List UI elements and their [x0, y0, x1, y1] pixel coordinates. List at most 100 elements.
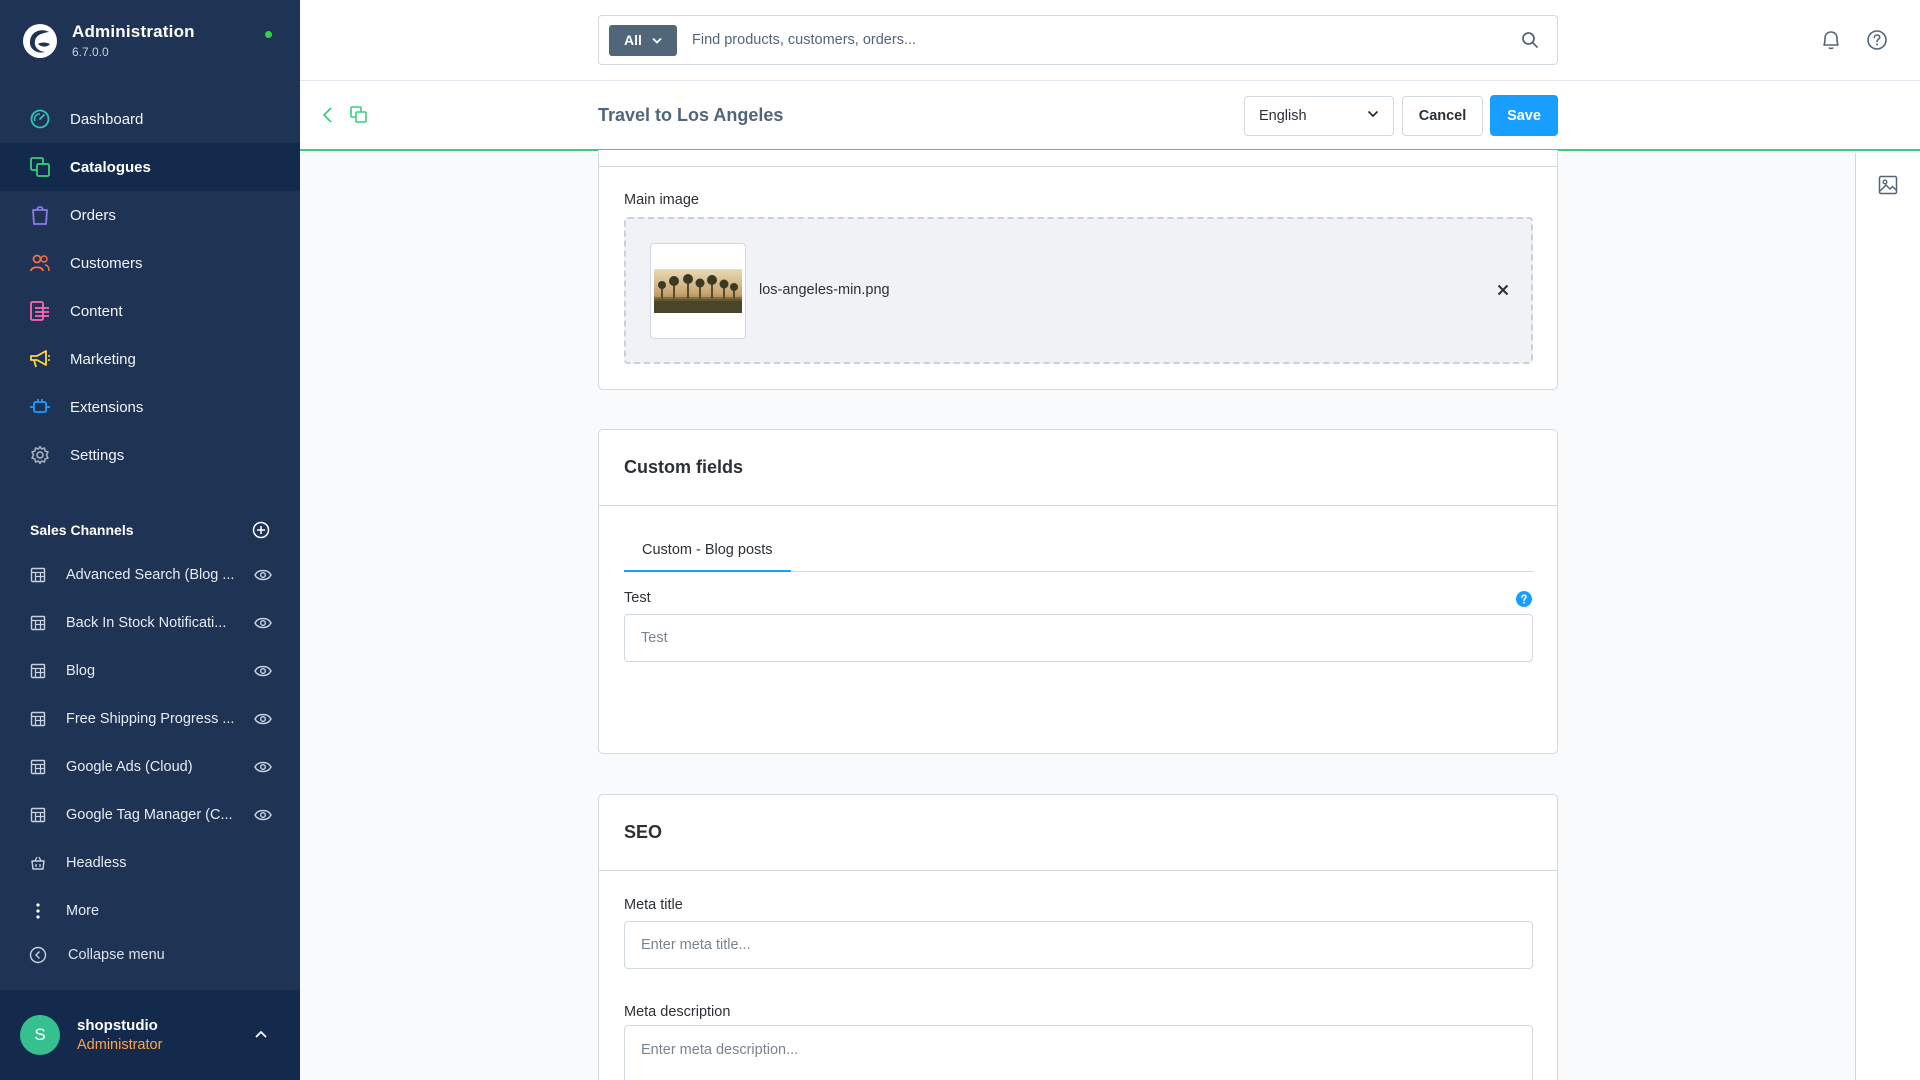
custom-field-tabs: Custom - Blog posts	[624, 530, 1533, 572]
sales-channel-label: Back In Stock Notificati...	[66, 615, 227, 631]
nav-item-catalogues[interactable]: Catalogues	[0, 143, 300, 191]
eye-icon[interactable]	[254, 616, 274, 630]
search-type-label: All	[624, 32, 642, 48]
customers-icon	[29, 252, 51, 274]
nav-item-label: Dashboard	[70, 110, 144, 128]
app-title: Administration	[72, 22, 195, 41]
top-bar: All	[300, 0, 1920, 81]
sales-channel-label: Google Ads (Cloud)	[66, 759, 193, 775]
close-icon[interactable]	[1497, 284, 1509, 296]
search-icon[interactable]	[1521, 31, 1539, 49]
nav-item-content[interactable]: Content	[0, 287, 300, 335]
shopware-logo-icon	[23, 23, 57, 58]
collapse-icon	[29, 946, 47, 964]
seo-card: SEO Meta title Meta description	[598, 794, 1558, 1080]
user-name: shopstudio	[77, 1017, 158, 1034]
page-title: Travel to Los Angeles	[598, 105, 784, 125]
nav-item-settings[interactable]: Settings	[0, 431, 300, 479]
headless-icon	[29, 854, 47, 872]
eye-icon[interactable]	[254, 760, 274, 774]
sales-channel-more[interactable]: More	[0, 887, 300, 935]
help-icon[interactable]	[1866, 29, 1888, 51]
storefront-icon	[29, 710, 47, 728]
sales-channel-item[interactable]: Free Shipping Progress ...	[0, 695, 300, 743]
storefront-icon	[29, 758, 47, 776]
test-field-input[interactable]	[624, 614, 1533, 662]
divider	[599, 166, 1557, 167]
sales-channels-header: Sales Channels	[30, 521, 270, 539]
sales-channel-item[interactable]: Google Tag Manager (C...	[0, 791, 300, 839]
orders-icon	[29, 204, 51, 226]
right-sidebar	[1855, 153, 1920, 1080]
sales-channel-label: Free Shipping Progress ...	[66, 711, 235, 727]
card-title: Custom fields	[599, 430, 1557, 506]
admin-sidebar: Administration 6.7.0.0 Dashboard Catalog…	[0, 0, 300, 1080]
duplicate-icon[interactable]	[349, 105, 369, 125]
cancel-button[interactable]: Cancel	[1402, 96, 1483, 136]
content-icon	[29, 300, 51, 322]
media-card: Main image los-angeles-min.png	[598, 150, 1558, 390]
meta-description-input[interactable]	[624, 1025, 1533, 1080]
custom-fields-card: Custom fields Custom - Blog posts Test	[598, 429, 1558, 754]
marketing-icon	[29, 348, 51, 370]
help-tooltip-icon[interactable]	[1516, 591, 1532, 607]
storefront-icon	[29, 662, 47, 680]
meta-title-label: Meta title	[624, 897, 683, 913]
image-dropzone[interactable]: los-angeles-min.png	[624, 217, 1533, 364]
sales-channel-item-headless[interactable]: Headless	[0, 839, 300, 887]
sales-channel-list: Advanced Search (Blog ... Back In Stock …	[0, 551, 300, 935]
nav-item-dashboard[interactable]: Dashboard	[0, 95, 300, 143]
catalogues-icon	[29, 156, 51, 178]
sales-channel-item[interactable]: Google Ads (Cloud)	[0, 743, 300, 791]
sales-channel-item[interactable]: Blog	[0, 647, 300, 695]
sales-channel-item[interactable]: Advanced Search (Blog ...	[0, 551, 300, 599]
sales-channel-label: More	[66, 903, 100, 919]
nav-item-label: Orders	[70, 206, 116, 224]
collapse-menu-button[interactable]: Collapse menu	[29, 946, 165, 964]
main-image-label: Main image	[624, 192, 699, 208]
storefront-icon	[29, 566, 47, 584]
smart-bar: Travel to Los Angeles English Cancel Sav…	[300, 81, 1920, 151]
user-menu[interactable]: S shopstudio Administrator	[0, 990, 300, 1080]
save-button[interactable]: Save	[1490, 95, 1558, 136]
nav-item-label: Catalogues	[70, 158, 151, 176]
sales-channel-item[interactable]: Back In Stock Notificati...	[0, 599, 300, 647]
sales-channel-label: Google Tag Manager (C...	[66, 807, 233, 823]
user-role: Administrator	[77, 1037, 163, 1053]
chevron-down-icon	[652, 37, 662, 44]
image-thumbnail	[650, 243, 746, 339]
los-angeles-photo-icon	[654, 269, 742, 313]
eye-icon[interactable]	[254, 712, 274, 726]
app-version: 6.7.0.0	[72, 45, 109, 59]
meta-title-input[interactable]	[624, 921, 1533, 969]
tab-custom-blog-posts[interactable]: Custom - Blog posts	[624, 530, 791, 572]
field-label: Test	[624, 590, 651, 606]
card-title: SEO	[599, 795, 1557, 871]
collapse-menu-label: Collapse menu	[68, 947, 165, 963]
brand[interactable]: Administration 6.7.0.0	[22, 22, 195, 59]
sales-channel-label: Blog	[66, 663, 96, 679]
nav-item-marketing[interactable]: Marketing	[0, 335, 300, 383]
chevron-up-icon[interactable]	[254, 1030, 268, 1039]
search-input[interactable]	[692, 32, 1492, 48]
storefront-icon	[29, 806, 47, 824]
back-arrow-icon[interactable]	[321, 105, 335, 125]
notification-bell-icon[interactable]	[1820, 29, 1842, 51]
dashboard-icon	[29, 108, 51, 130]
eye-icon[interactable]	[254, 568, 274, 582]
file-name: los-angeles-min.png	[759, 282, 890, 298]
eye-icon[interactable]	[254, 808, 274, 822]
language-switch[interactable]: English	[1244, 96, 1394, 136]
add-sales-channel-icon[interactable]	[252, 521, 270, 539]
search-type-dropdown[interactable]: All	[609, 24, 677, 56]
nav-item-label: Settings	[70, 446, 125, 464]
eye-icon[interactable]	[254, 664, 274, 678]
sales-channel-label: Advanced Search (Blog ...	[66, 567, 235, 583]
main-nav: Dashboard Catalogues Orders Customers Co…	[0, 95, 300, 479]
nav-item-orders[interactable]: Orders	[0, 191, 300, 239]
media-image-icon[interactable]	[1878, 175, 1898, 195]
global-search: All	[598, 15, 1558, 65]
nav-item-extensions[interactable]: Extensions	[0, 383, 300, 431]
settings-icon	[29, 444, 51, 466]
nav-item-customers[interactable]: Customers	[0, 239, 300, 287]
